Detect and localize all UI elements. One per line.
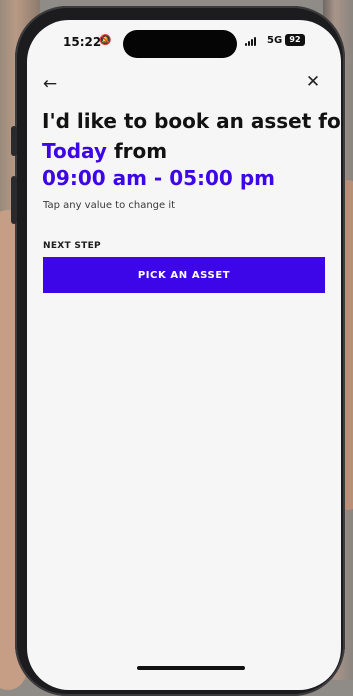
signal-icon xyxy=(245,36,259,46)
home-indicator[interactable] xyxy=(137,666,245,670)
close-icon[interactable]: ✕ xyxy=(304,73,322,91)
from-label: from xyxy=(113,139,168,163)
network-type: 5G xyxy=(267,35,283,46)
booking-day-row: Today from xyxy=(42,139,167,163)
day-value[interactable]: Today xyxy=(42,139,107,163)
next-step-label: NEXT STEP xyxy=(43,241,101,251)
dynamic-island xyxy=(123,30,237,58)
battery-icon: 92 xyxy=(285,34,305,46)
phone-side-button-top xyxy=(11,126,17,156)
pick-asset-button[interactable]: PICK AN ASSET xyxy=(43,257,325,293)
arrow-left-icon[interactable]: ← xyxy=(41,75,59,93)
phone-side-button-bottom xyxy=(11,176,17,224)
phone-screen: 15:22 🔕 5G 92 ← ✕ I'd like to book an as… xyxy=(27,20,341,690)
bell-off-icon: 🔕 xyxy=(99,35,112,46)
status-bar: 15:22 🔕 5G 92 xyxy=(27,20,341,64)
time-range-value[interactable]: 09:00 am - 05:00 pm xyxy=(42,166,275,190)
booking-heading: I'd like to book an asset for xyxy=(42,109,341,133)
status-time: 15:22 xyxy=(63,35,102,49)
tap-hint: Tap any value to change it xyxy=(43,200,176,211)
